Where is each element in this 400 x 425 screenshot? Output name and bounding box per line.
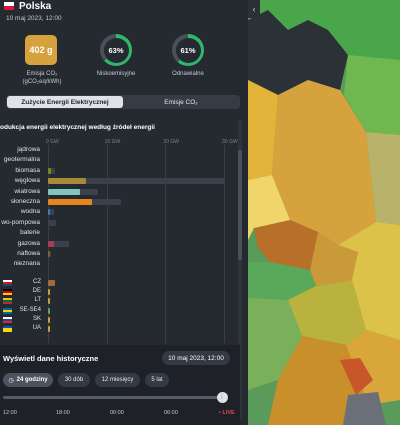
range-12m-button[interactable]: 12 miesięcy [95,373,140,387]
current-datetime: 10 maj 2023, 12:00 [6,15,62,22]
tab-electricity-consumption[interactable]: Zużycie Energii Elektrycznej [7,96,123,108]
low-emission-gauge: 63% [100,34,132,66]
source-label: baterie [20,229,40,237]
exchange-label: SE-SE4 [19,306,41,313]
exchange-bar[interactable] [48,326,50,332]
emission-value: 402 g [29,45,53,55]
capacity-bar[interactable] [48,219,57,226]
production-bar[interactable] [48,188,81,195]
exchange-bar[interactable] [48,316,51,323]
source-label: słoneczna [10,198,40,205]
slider-tick: 12:00 [3,410,17,416]
exchange-label: CZ [33,279,41,285]
renewable-label: Odnawialne [172,71,204,77]
range-5y-button[interactable]: 5 lat [145,373,169,387]
range-30d-button[interactable]: 30 dób [58,373,90,387]
slider-tick: 18:00 [56,410,70,416]
emission-label: Emisja CO₂ (gCO₂eq/kWh) [16,70,68,86]
source-label: geotermalna [3,156,40,164]
source-label: węglowa [14,177,40,185]
low-emission-value: 63% [108,45,124,55]
exchange-label: SK [32,315,41,322]
source-label: gazowa [17,239,40,247]
live-indicator: • LIVE [219,410,235,416]
country-name: Polska [19,0,52,12]
emission-label-line1: Emisja CO₂ [26,71,58,77]
production-bar[interactable] [48,251,50,257]
exchange-label: UA [32,325,41,331]
chart-title: odukcja energii elektrycznej według źród… [0,124,155,131]
emission-badge: 402 g [25,35,57,65]
emission-label-line2: (gCO₂eq/kWh) [22,79,62,85]
map-canvas[interactable] [248,0,400,425]
grid-line [165,145,167,343]
slider-tick: 06:00 [164,410,178,416]
flag-icon [3,307,12,314]
range-24h-button[interactable]: ◷ 24 godziny [3,373,53,387]
source-label: naftowa [17,250,40,257]
collapse-panel-button[interactable]: ‹ [248,0,260,18]
time-slider-track[interactable] [3,396,228,399]
source-label: biomasa [15,166,40,174]
renewable-value: 61% [180,45,196,55]
flag-icon [3,298,12,305]
source-label: wiatrowa [14,187,40,195]
slider-tick: 00:00 [110,410,124,416]
renewable-gauge: 61% [172,34,204,66]
range-24h-label: 24 godziny [16,377,48,383]
source-label: jądrowa [17,146,40,153]
production-bar[interactable] [48,240,54,247]
info-panel: Polska 10 maj 2023, 12:00 402 g Emisja C… [0,0,248,425]
history-title: Wyświetl dane historyczne [3,354,99,363]
drag-handle-icon: ⋮⋮ [219,394,231,400]
exchange-label: DE [32,288,41,295]
production-bar[interactable] [48,167,51,174]
production-bar[interactable] [48,199,92,205]
country-header: Polska [4,0,51,12]
grid-line [224,145,225,343]
clock-icon: ◷ [8,377,14,384]
exchange-bar[interactable] [48,280,56,286]
exchange-label: LT [34,297,41,304]
chevron-left-icon: ‹ [252,4,256,14]
production-bar[interactable] [48,178,87,185]
grid-line [106,145,108,343]
exchange-bar[interactable] [48,307,50,314]
tab-co2-emissions[interactable]: Emisje CO₂ [123,96,239,108]
flag-icon [3,289,12,296]
scrollbar-thumb[interactable] [238,150,242,260]
exchange-bar[interactable] [48,289,51,296]
source-label: nieznana [13,260,40,268]
flag-icon [3,280,12,286]
poland-flag-icon [4,2,14,10]
production-bar[interactable] [48,209,50,216]
flag-icon [3,326,12,332]
low-emission-label: Niskoemisyjne [96,71,136,77]
source-label: wo-pompowa [1,218,40,226]
exchange-bar[interactable] [48,298,51,305]
history-date-button[interactable]: 10 maj 2023, 12:00 [162,351,230,365]
view-tabs: Zużycie Energii Elektrycznej Emisje CO₂ [6,95,240,109]
source-label: wodna [20,208,40,216]
map-view[interactable] [248,0,400,425]
flag-icon [3,316,12,323]
